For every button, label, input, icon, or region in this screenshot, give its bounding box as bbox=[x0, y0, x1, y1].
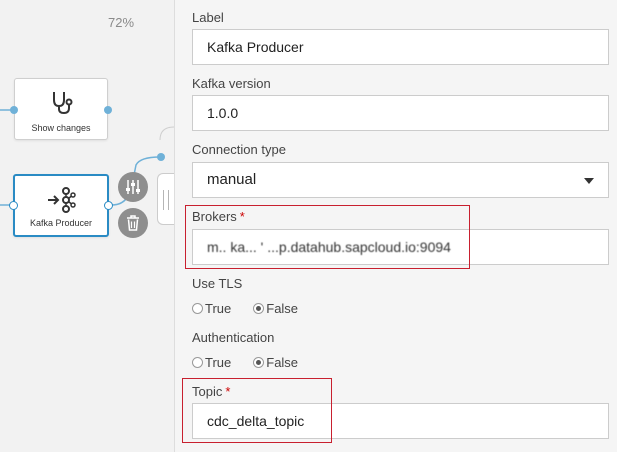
use-tls-label: Use TLS bbox=[192, 276, 243, 291]
chevron-down-icon bbox=[584, 178, 594, 184]
panel-collapse-handle[interactable] bbox=[157, 173, 175, 225]
option-label: True bbox=[205, 355, 232, 370]
radio-icon bbox=[192, 357, 203, 368]
option-label: False bbox=[266, 355, 299, 370]
connection-type-label: Connection type bbox=[192, 142, 286, 157]
properties-panel: Label Kafka Producer Kafka version 1.0.0… bbox=[174, 0, 617, 452]
radio-selected-icon bbox=[253, 357, 265, 368]
use-tls-radio-group: True False bbox=[192, 301, 320, 316]
node-kafka-producer[interactable]: Kafka Producer bbox=[13, 174, 109, 237]
node-label: Kafka Producer bbox=[29, 218, 93, 228]
node-label: Show changes bbox=[31, 123, 91, 133]
grip-icon bbox=[163, 190, 169, 210]
use-tls-false[interactable]: False bbox=[253, 301, 298, 316]
label-input[interactable]: Kafka Producer bbox=[192, 29, 609, 65]
output-port[interactable] bbox=[104, 106, 112, 114]
topic-highlight-box bbox=[182, 378, 332, 443]
kafka-version-label: Kafka version bbox=[192, 76, 271, 91]
brokers-highlight-box bbox=[185, 205, 470, 269]
radio-icon bbox=[192, 303, 203, 314]
connection-type-value: manual bbox=[207, 171, 257, 188]
pipeline-canvas[interactable]: 72% Show changes Kafka Producer bbox=[0, 0, 174, 452]
authentication-true[interactable]: True bbox=[192, 355, 231, 370]
settings-sliders-icon[interactable] bbox=[118, 172, 148, 202]
node-show-changes[interactable]: Show changes bbox=[14, 78, 108, 140]
output-port[interactable] bbox=[157, 153, 165, 161]
connection-type-select[interactable]: manual bbox=[192, 162, 609, 198]
kafka-icon bbox=[15, 186, 107, 213]
option-label: False bbox=[266, 301, 299, 316]
output-port[interactable] bbox=[104, 201, 113, 210]
option-label: True bbox=[205, 301, 232, 316]
use-tls-true[interactable]: True bbox=[192, 301, 231, 316]
stethoscope-icon bbox=[15, 89, 107, 115]
input-port[interactable] bbox=[10, 106, 18, 114]
radio-selected-icon bbox=[253, 303, 265, 314]
authentication-false[interactable]: False bbox=[253, 355, 298, 370]
label-field-label: Label bbox=[192, 10, 224, 25]
trash-icon[interactable] bbox=[118, 208, 148, 238]
kafka-version-input[interactable]: 1.0.0 bbox=[192, 95, 609, 131]
authentication-label: Authentication bbox=[192, 330, 275, 345]
input-port[interactable] bbox=[9, 201, 18, 210]
authentication-radio-group: True False bbox=[192, 355, 320, 370]
